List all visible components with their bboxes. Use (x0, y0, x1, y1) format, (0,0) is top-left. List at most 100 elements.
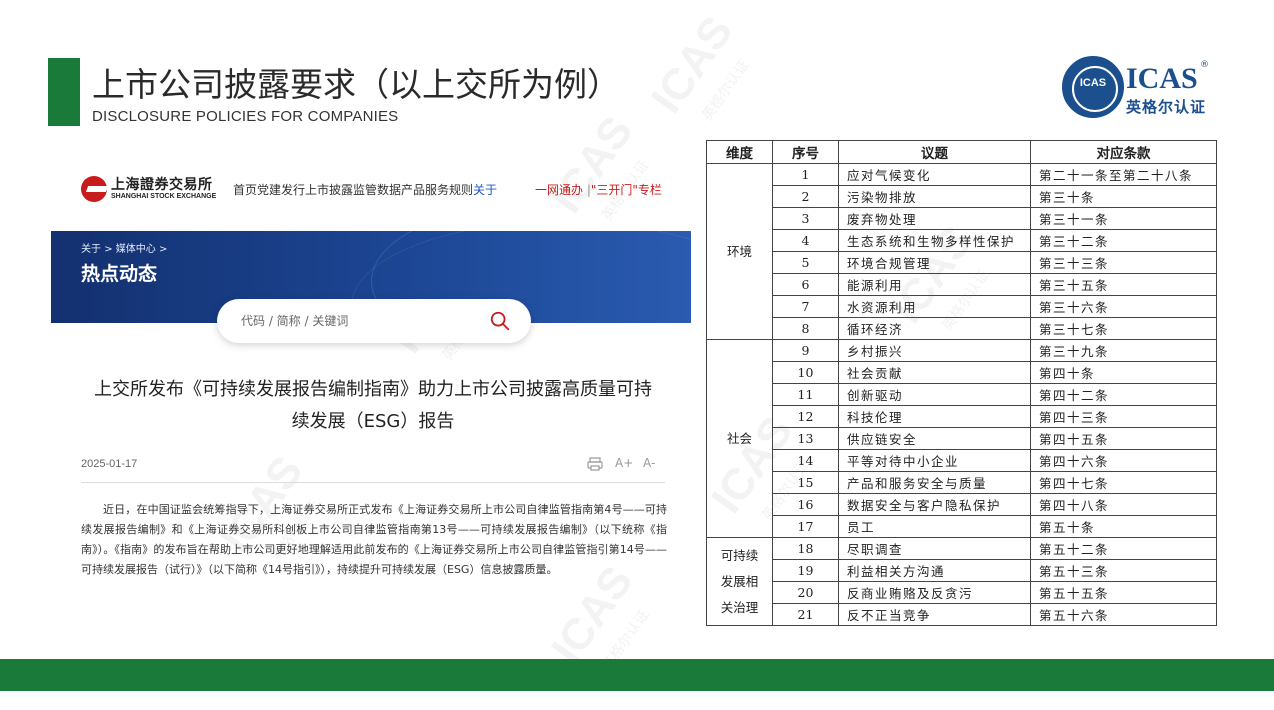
number-cell: 2 (772, 185, 839, 208)
sse-nav-right[interactable]: 一网通办 |"三开门"专栏 (535, 181, 662, 198)
topic-cell: 废弃物处理 (838, 207, 1031, 230)
header-dimension: 维度 (706, 140, 773, 164)
sse-logo-cn: 上海證券交易所 (111, 177, 213, 193)
dimension-label: 可持续发展相关治理 (720, 547, 759, 615)
search-icon[interactable] (489, 310, 511, 332)
clause-cell: 第四十七条 (1030, 471, 1217, 494)
clause-cell: 第四十六条 (1030, 449, 1217, 472)
topic-cell: 创新驱动 (838, 383, 1031, 406)
esg-topics-table: 维度 序号 议题 对应条款 环境 1 应对气候变化 第二十一条至第二十八条 2 污染物排放… (706, 140, 1217, 626)
number-cell: 4 (772, 229, 839, 252)
icas-seal-text: ICAS (1079, 77, 1107, 89)
number-cell: 11 (772, 383, 839, 406)
topic-cell: 乡村振兴 (838, 339, 1031, 362)
clause-cell: 第五十三条 (1030, 559, 1217, 582)
table-row: 12 科技伦理 第四十三条 (707, 405, 1217, 428)
table-row: 5 环境合规管理 第三十三条 (707, 251, 1217, 274)
number-cell: 5 (772, 251, 839, 274)
number-cell: 12 (772, 405, 839, 428)
topic-cell: 利益相关方沟通 (838, 559, 1031, 582)
topic-cell: 污染物排放 (838, 185, 1031, 208)
table-row: 8 循环经济 第三十七条 (707, 317, 1217, 340)
table-row: 3 废弃物处理 第三十一条 (707, 207, 1217, 230)
dimension-cell: 可持续发展相关治理 (706, 537, 773, 626)
topic-cell: 数据安全与客户隐私保护 (838, 493, 1031, 516)
header-topic: 议题 (838, 140, 1031, 164)
dimension-cell: 社会 (706, 339, 773, 538)
number-cell: 15 (772, 471, 839, 494)
article-tools: A+ A- (587, 456, 667, 472)
number-cell: 21 (772, 603, 839, 626)
table-row: 19 利益相关方沟通 第五十三条 (707, 559, 1217, 582)
article-title-line: 续发展（ESG）报告 (291, 411, 455, 432)
icas-wordmark: ICAS (1126, 62, 1198, 95)
number-cell: 16 (772, 493, 839, 516)
table-row: 2 污染物排放 第三十条 (707, 185, 1217, 208)
nav-item-one-stop[interactable]: 一网通办 (535, 183, 583, 197)
table-row: 16 数据安全与客户隐私保护 第四十八条 (707, 493, 1217, 516)
nav-links[interactable]: 首页党建发行上市披露监管数据产品服务规则 (233, 183, 473, 197)
clause-cell: 第五十二条 (1030, 537, 1217, 560)
number-cell: 19 (772, 559, 839, 582)
number-cell: 14 (772, 449, 839, 472)
topic-cell: 尽职调查 (838, 537, 1031, 560)
clause-cell: 第四十八条 (1030, 493, 1217, 516)
breadcrumb-about[interactable]: 关于 (81, 244, 101, 255)
breadcrumb-separator: > (104, 244, 113, 255)
table-row: 13 供应链安全 第四十五条 (707, 427, 1217, 450)
font-increase-button[interactable]: A+ (615, 456, 633, 470)
dimension-label: 社会 (726, 430, 752, 446)
clause-cell: 第五十五条 (1030, 581, 1217, 604)
number-cell: 10 (772, 361, 839, 384)
icas-chinese-name: 英格尔认证 (1126, 98, 1207, 116)
number-cell: 6 (772, 273, 839, 296)
watermark-cn: 英格尔认证 (699, 57, 753, 124)
sse-logo[interactable]: 上海證券交易所 SHANGHAI STOCK EXCHANGE (81, 174, 216, 204)
topic-cell: 应对气候变化 (838, 163, 1031, 186)
font-decrease-button[interactable]: A- (643, 456, 655, 470)
number-cell: 13 (772, 427, 839, 450)
breadcrumb-separator: > (158, 244, 168, 255)
sse-emblem-icon (81, 176, 107, 202)
nav-item-about[interactable]: 关于 (473, 183, 497, 197)
sse-main-nav[interactable]: 首页党建发行上市披露监管数据产品服务规则关于 (233, 181, 497, 198)
table-row: 7 水资源利用 第三十六条 (707, 295, 1217, 318)
header-number: 序号 (772, 140, 839, 164)
topic-cell: 能源利用 (838, 273, 1031, 296)
table-row: 4 生态系统和生物多样性保护 第三十二条 (707, 229, 1217, 252)
clause-cell: 第五十条 (1030, 515, 1217, 538)
number-cell: 20 (772, 581, 839, 604)
topic-cell: 供应链安全 (838, 427, 1031, 450)
number-cell: 7 (772, 295, 839, 318)
search-input[interactable] (241, 311, 471, 331)
table-row: 可持续发展相关治理 18 尽职调查 第五十二条 (706, 537, 1217, 626)
slide-subtitle: DISCLOSURE POLICIES FOR COMPANIES (92, 108, 399, 125)
table-row: 15 产品和服务安全与质量 第四十七条 (707, 471, 1217, 494)
search-box[interactable] (217, 299, 531, 343)
clause-cell: 第三十三条 (1030, 251, 1217, 274)
table-row: 10 社会贡献 第四十条 (707, 361, 1217, 384)
clause-cell: 第三十五条 (1030, 273, 1217, 296)
table-row: 6 能源利用 第三十五条 (707, 273, 1217, 296)
nav-item-three-open[interactable]: "三开门"专栏 (591, 183, 662, 197)
title-accent-bar (48, 58, 80, 126)
clause-cell: 第三十二条 (1030, 229, 1217, 252)
clause-cell: 第三十六条 (1030, 295, 1217, 318)
topic-cell: 产品和服务安全与质量 (838, 471, 1031, 494)
breadcrumb-media-center[interactable]: 媒体中心 (116, 244, 156, 255)
topic-cell: 员工 (838, 515, 1031, 538)
topic-cell: 循环经济 (838, 317, 1031, 340)
print-icon[interactable] (587, 457, 603, 471)
clause-cell: 第五十六条 (1030, 603, 1217, 626)
table-row: 21 反不正当竞争 第五十六条 (707, 603, 1217, 626)
topic-cell: 平等对待中小企业 (838, 449, 1031, 472)
table-row: 14 平等对待中小企业 第四十六条 (707, 449, 1217, 472)
table-row: 17 员工 第五十条 (707, 515, 1217, 538)
table-row: 20 反商业贿赂及反贪污 第五十五条 (707, 581, 1217, 604)
clause-cell: 第三十九条 (1030, 339, 1217, 362)
article-divider (81, 482, 665, 483)
footer-bar (0, 659, 1274, 691)
clause-cell: 第四十三条 (1030, 405, 1217, 428)
dimension-label: 环境 (726, 243, 752, 259)
article-body: 近日，在中国证监会统筹指导下，上海证券交易所正式发布《上海证券交易所上市公司自律… (81, 503, 667, 576)
